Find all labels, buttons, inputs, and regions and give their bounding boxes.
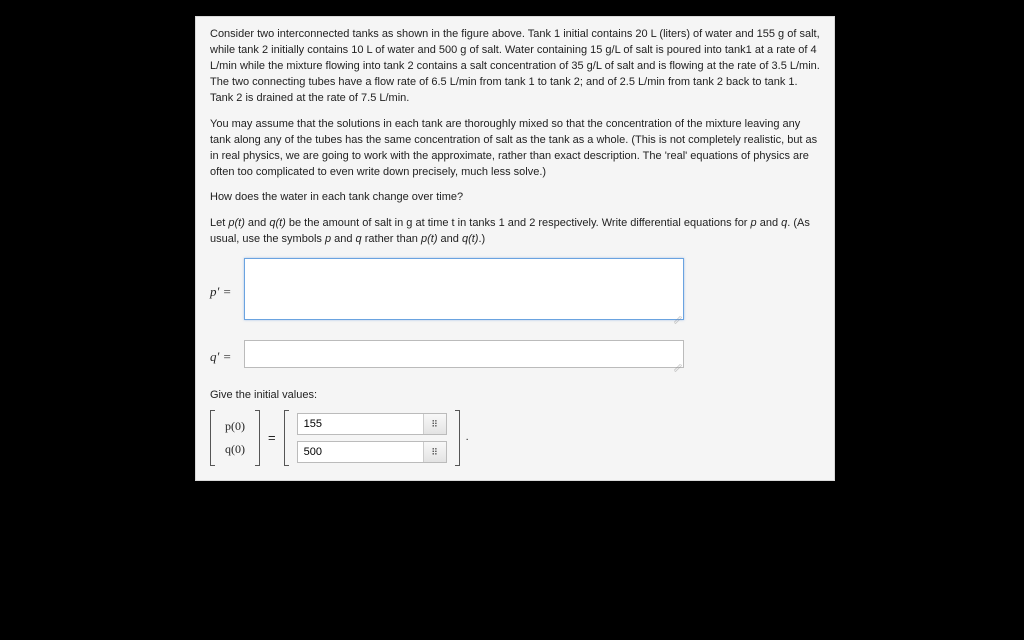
text: and — [438, 233, 462, 245]
text: .) — [478, 233, 485, 245]
initial-values-label: Give the initial values: — [210, 388, 820, 404]
problem-paragraph-2: You may assume that the solutions in eac… — [210, 117, 820, 181]
var-p-of-t: p(t) — [421, 233, 438, 245]
labels-column: p(0) q(0) — [223, 418, 247, 459]
equation-row-q: q′ = — [210, 340, 820, 374]
right-bracket-icon — [453, 410, 460, 466]
text: rather than — [362, 233, 421, 245]
keypad-icon[interactable]: ⠿ — [423, 442, 446, 462]
right-bracket-icon — [253, 410, 260, 466]
text: and — [331, 233, 355, 245]
p-prime-input[interactable] — [244, 258, 684, 320]
var-p-of-t: p(t) — [228, 217, 245, 229]
equation-row-p: p′ = — [210, 258, 820, 326]
equals-sign: = — [266, 429, 278, 448]
p0-label: p(0) — [223, 418, 247, 435]
trailing-period: . — [466, 430, 469, 446]
problem-paragraph-1: Consider two interconnected tanks as sho… — [210, 27, 820, 107]
text: and — [245, 217, 269, 229]
var-q-of-t: q(t) — [269, 217, 286, 229]
left-bracket-icon — [210, 410, 217, 466]
q-prime-label: q′ = — [210, 348, 244, 367]
p0-input-wrap: ⠿ — [297, 413, 447, 435]
var-q-of-t: q(t) — [462, 233, 479, 245]
problem-paragraph-3: How does the water in each tank change o… — [210, 190, 820, 206]
keypad-icon[interactable]: ⠿ — [423, 414, 446, 434]
q0-label: q(0) — [223, 441, 247, 458]
text: and — [757, 217, 781, 229]
problem-card: Consider two interconnected tanks as sho… — [195, 16, 835, 481]
p-prime-label: p′ = — [210, 283, 244, 302]
initial-values-matrix: p(0) q(0) = ⠿ ⠿ . — [210, 410, 820, 466]
left-bracket-icon — [284, 410, 291, 466]
p-prime-input-wrap — [244, 258, 684, 326]
p0-input[interactable] — [298, 418, 423, 430]
q-prime-input-wrap — [244, 340, 684, 374]
values-column: ⠿ ⠿ — [297, 413, 447, 463]
problem-paragraph-4: Let p(t) and q(t) be the amount of salt … — [210, 216, 820, 248]
q0-input-wrap: ⠿ — [297, 441, 447, 463]
text: Let — [210, 217, 228, 229]
text: be the amount of salt in g at time t in … — [286, 217, 751, 229]
q0-input[interactable] — [298, 446, 423, 458]
q-prime-input[interactable] — [244, 340, 684, 368]
